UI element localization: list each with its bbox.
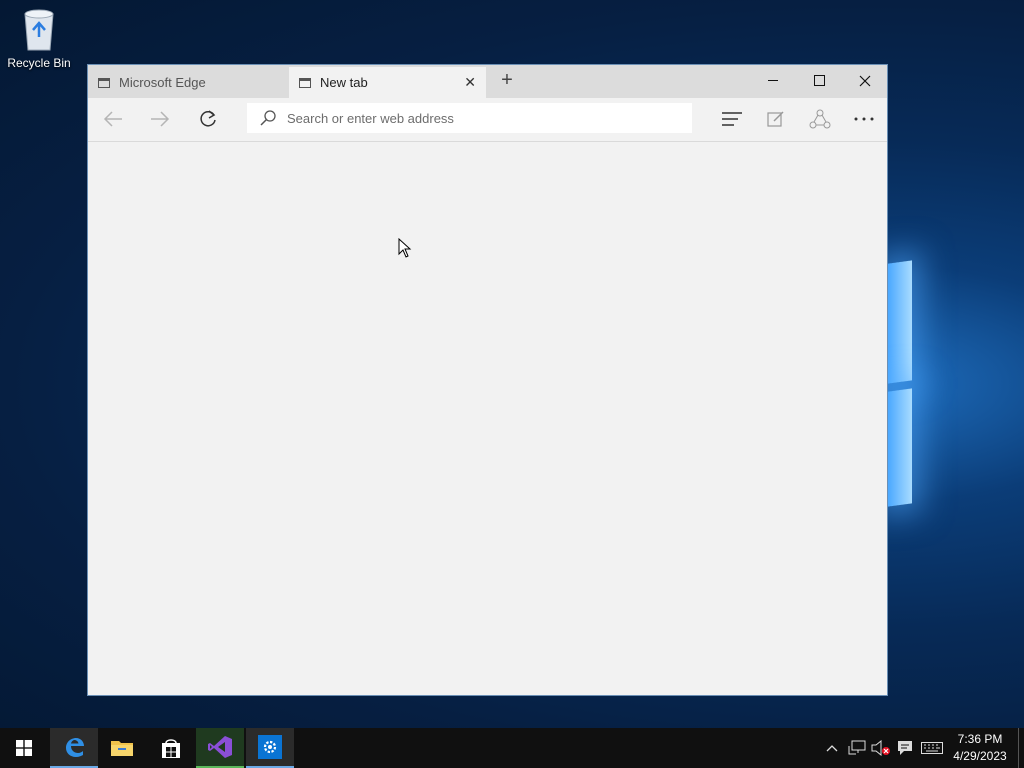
action-center[interactable] xyxy=(894,728,916,768)
tab-new-tab[interactable]: New tab ✕ xyxy=(289,67,486,98)
more-icon xyxy=(854,117,874,121)
windows-logo-icon xyxy=(16,740,32,756)
minimize-icon xyxy=(768,80,778,81)
taskbar-file-explorer[interactable] xyxy=(98,728,146,768)
refresh-button[interactable] xyxy=(192,106,224,132)
web-note-button[interactable] xyxy=(760,106,792,132)
show-desktop-button[interactable] xyxy=(1018,728,1024,768)
back-icon xyxy=(103,111,122,127)
start-button[interactable] xyxy=(0,728,48,768)
volume-tray[interactable] xyxy=(870,728,892,768)
wallpaper-logo-bottom xyxy=(888,388,912,507)
edge-icon xyxy=(66,738,84,757)
gear-icon xyxy=(263,740,277,754)
taskbar-clock[interactable]: 7:36 PM 4/29/2023 xyxy=(950,731,1010,765)
tab-title: New tab xyxy=(320,75,368,90)
close-icon xyxy=(859,75,871,86)
keyboard-icon xyxy=(921,742,943,754)
minimize-button[interactable] xyxy=(750,65,796,96)
wallpaper-logo-top xyxy=(888,260,912,384)
recycle-bin-icon xyxy=(24,9,54,51)
tab-page-icon xyxy=(98,77,110,88)
show-hidden-icons[interactable] xyxy=(822,728,842,768)
taskbar-store[interactable] xyxy=(147,728,195,768)
edge-window: Microsoft Edge New tab ✕ + Search or ent… xyxy=(87,64,888,696)
hub-icon xyxy=(722,112,742,126)
web-note-icon xyxy=(767,111,784,127)
store-icon xyxy=(162,739,180,758)
mouse-cursor-icon xyxy=(398,238,412,258)
chevron-up-icon xyxy=(826,745,838,752)
notification-icon xyxy=(898,741,912,755)
hub-button[interactable] xyxy=(716,106,748,132)
title-bar[interactable]: Microsoft Edge New tab ✕ + xyxy=(88,65,887,98)
network-icon xyxy=(848,740,866,755)
maximize-button[interactable] xyxy=(796,65,842,96)
more-button[interactable] xyxy=(848,106,880,132)
volume-muted-icon xyxy=(871,740,890,756)
forward-button[interactable] xyxy=(144,106,176,132)
tab-page-icon xyxy=(299,77,311,88)
taskbar-visual-studio[interactable] xyxy=(196,728,244,768)
back-button[interactable] xyxy=(97,106,129,132)
new-tab-button[interactable]: + xyxy=(495,69,519,93)
touch-keyboard[interactable] xyxy=(919,728,945,768)
taskbar-edge[interactable] xyxy=(50,728,98,768)
tab-title: Microsoft Edge xyxy=(119,75,206,90)
close-window-button[interactable] xyxy=(842,65,888,96)
recycle-bin-label: Recycle Bin xyxy=(7,56,71,70)
maximize-icon xyxy=(813,75,825,86)
recycle-bin-desktop-icon[interactable]: Recycle Bin xyxy=(4,6,74,70)
taskbar: 7:36 PM 4/29/2023 xyxy=(0,728,1024,768)
address-placeholder: Search or enter web address xyxy=(287,110,454,126)
visual-studio-icon xyxy=(208,736,232,758)
page-content[interactable] xyxy=(88,142,887,695)
browser-toolbar: Search or enter web address xyxy=(88,98,887,142)
share-icon xyxy=(809,109,831,129)
refresh-icon xyxy=(200,110,216,127)
tab-microsoft-edge[interactable]: Microsoft Edge xyxy=(88,67,288,98)
close-tab-icon[interactable]: ✕ xyxy=(464,74,476,91)
clock-date: 4/29/2023 xyxy=(953,749,1007,763)
clock-time: 7:36 PM xyxy=(957,732,1003,746)
taskbar-settings[interactable] xyxy=(246,728,294,768)
folder-icon xyxy=(111,741,133,756)
address-bar[interactable]: Search or enter web address xyxy=(247,103,692,133)
network-tray[interactable] xyxy=(846,728,868,768)
forward-icon xyxy=(151,111,170,127)
share-button[interactable] xyxy=(804,106,836,132)
search-icon xyxy=(260,110,276,126)
